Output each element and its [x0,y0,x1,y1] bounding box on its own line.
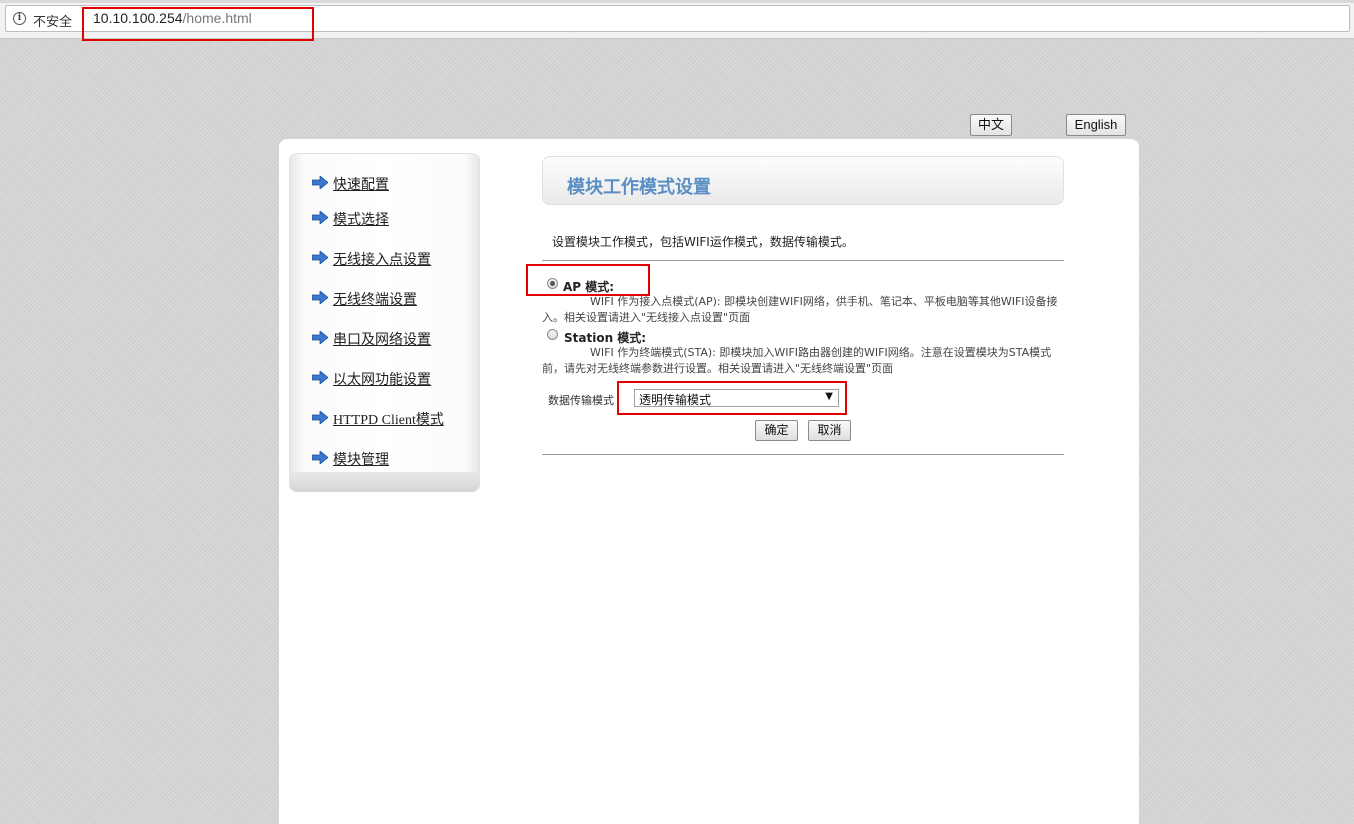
ap-mode-description: WIFI 作为接入点模式(AP): 即模块创建WIFI网络，供手机、笔记本、平板… [542,295,1058,324]
url-host: 10.10.100.254 [93,10,183,26]
transfer-mode-select[interactable]: 透明传输模式 ▼ [634,389,839,407]
chinese-language-button[interactable]: 中文 [970,114,1012,136]
ap-mode-label: AP 模式: [563,280,615,294]
arrow-right-icon [312,176,328,189]
arrow-right-icon [312,291,328,304]
station-mode-description: WIFI 作为终端模式(STA): 即模块加入WIFI路由器创建的WIFI网络。… [542,346,1052,375]
address-bar[interactable]: i 不安全 10.10.100.254/home.html [5,5,1350,32]
arrow-right-icon [312,331,328,344]
security-indicator[interactable]: 不安全 [33,11,72,30]
url-text[interactable]: 10.10.100.254/home.html [93,10,252,26]
url-path: /home.html [182,10,252,26]
page-description: 设置模块工作模式，包括WIFI运作模式，数据传输模式。 [552,235,854,249]
content-header: 模块工作模式设置 [542,156,1064,205]
tab-strip [0,0,1354,3]
sidebar [289,153,480,492]
sidebar-item-label: 以太网功能设置 [333,373,431,388]
station-mode-radio[interactable] [547,329,558,340]
cancel-button[interactable]: 取消 [808,420,851,441]
sidebar-item-label: 无线终端设置 [333,293,417,308]
arrow-right-icon [312,371,328,384]
divider [542,454,1064,455]
transfer-mode-value: 透明传输模式 [639,393,712,407]
divider [542,260,1064,261]
arrow-right-icon [312,451,328,464]
transfer-mode-label: 数据传输模式 [548,394,614,407]
sidebar-item-label: 快速配置 [333,178,389,193]
sidebar-item-label: HTTPD Client模式 [333,413,444,428]
page-title: 模块工作模式设置 [567,177,711,198]
arrow-right-icon [312,251,328,264]
arrow-right-icon [312,211,328,224]
info-icon[interactable]: i [13,12,26,25]
sidebar-item-label: 模式选择 [333,213,389,228]
station-mode-label: Station 模式: [564,331,647,345]
browser-toolbar: i 不安全 10.10.100.254/home.html [0,0,1354,39]
ok-button[interactable]: 确定 [755,420,798,441]
sidebar-item-label: 模块管理 [333,453,389,468]
english-language-button[interactable]: English [1066,114,1126,136]
ap-mode-radio[interactable] [547,278,558,289]
sidebar-item-label: 串口及网络设置 [333,333,431,348]
chevron-down-icon: ▼ [825,391,833,402]
sidebar-footer [289,472,480,492]
sidebar-item-label: 无线接入点设置 [333,253,431,268]
arrow-right-icon [312,411,328,424]
